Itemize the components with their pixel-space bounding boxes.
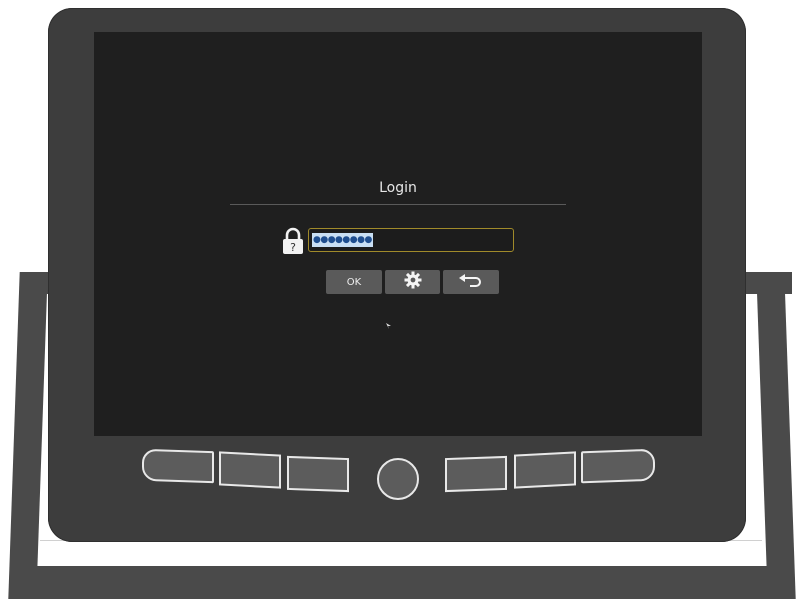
mouse-cursor xyxy=(386,314,392,329)
screen: Login ? ●●●●●●●● OK xyxy=(94,32,702,436)
stand-left-leg xyxy=(8,272,48,599)
lock-hint-glyph: ? xyxy=(290,241,296,254)
password-value: ●●●●●●●● xyxy=(312,233,373,247)
center-round-key[interactable] xyxy=(377,458,419,500)
device-body: Login ? ●●●●●●●● OK xyxy=(48,8,746,542)
login-button-row: OK xyxy=(326,270,499,294)
soft-key-1[interactable] xyxy=(142,448,214,484)
settings-button[interactable] xyxy=(385,270,440,294)
soft-key-4[interactable] xyxy=(445,455,507,493)
gear-icon xyxy=(404,271,422,293)
back-arrow-icon xyxy=(458,272,484,292)
stand-right-leg xyxy=(756,272,796,599)
lock-icon: ? xyxy=(281,227,305,255)
stand-base xyxy=(14,566,790,599)
back-button[interactable] xyxy=(443,270,499,294)
soft-key-2[interactable] xyxy=(219,451,281,489)
title-divider xyxy=(230,204,566,205)
login-title: Login xyxy=(379,180,417,196)
soft-key-6[interactable] xyxy=(581,448,655,484)
password-field[interactable]: ●●●●●●●● xyxy=(308,228,514,252)
ok-button[interactable]: OK xyxy=(326,270,382,294)
device-mockup: Login ? ●●●●●●●● OK xyxy=(0,0,796,599)
soft-key-3[interactable] xyxy=(287,455,349,493)
hardware-keys xyxy=(48,444,746,504)
soft-key-5[interactable] xyxy=(514,451,576,489)
